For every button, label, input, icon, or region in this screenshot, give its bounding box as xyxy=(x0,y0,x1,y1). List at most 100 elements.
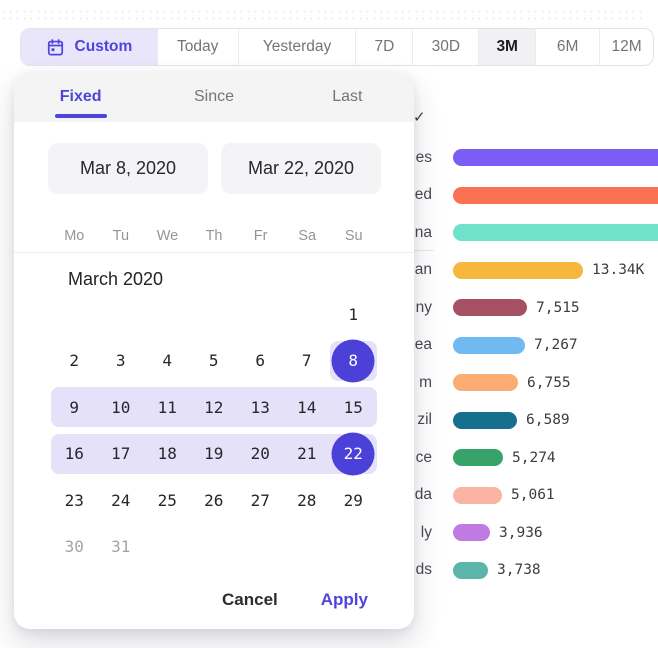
toolbar-button-label: 7D xyxy=(375,38,395,56)
calendar-day[interactable]: 10 xyxy=(98,384,145,431)
country-bar-row: es xyxy=(413,139,658,177)
calendar-day-selected[interactable]: 22 xyxy=(330,431,377,478)
calendar-icon xyxy=(46,38,65,57)
calendar-day-selected[interactable]: 8 xyxy=(330,338,377,385)
day-number: 22 xyxy=(344,444,363,463)
tab-since[interactable]: Since xyxy=(147,72,280,122)
active-tab-underline xyxy=(55,114,107,119)
calendar-day[interactable]: 26 xyxy=(191,477,238,524)
country-bar[interactable] xyxy=(453,524,490,541)
day-number: 16 xyxy=(65,444,84,463)
country-bar[interactable] xyxy=(453,149,658,166)
toolbar-button-7d[interactable]: 7D xyxy=(356,29,413,65)
toolbar-button-label: 12M xyxy=(611,38,641,56)
country-bar[interactable] xyxy=(453,412,517,429)
calendar-day[interactable]: 31 xyxy=(98,524,145,571)
calendar-day[interactable]: 17 xyxy=(98,431,145,478)
calendar-day[interactable]: 2 xyxy=(51,338,98,385)
country-label-fragment: ce xyxy=(413,449,432,467)
background-divider xyxy=(413,250,434,251)
country-bar-row: da5,061 xyxy=(413,477,555,515)
calendar-day[interactable]: 1 xyxy=(330,291,377,338)
country-bar[interactable] xyxy=(453,449,503,466)
calendar-week-row: 30 31 xyxy=(51,524,377,571)
calendar-day[interactable]: 9 xyxy=(51,384,98,431)
day-number: 10 xyxy=(111,398,130,417)
tab-fixed[interactable]: Fixed xyxy=(14,72,147,122)
country-value: 6,589 xyxy=(526,412,570,428)
calendar-day[interactable]: 13 xyxy=(237,384,284,431)
calendar-day[interactable]: 3 xyxy=(98,338,145,385)
tab-last[interactable]: Last xyxy=(281,72,414,122)
calendar-day[interactable]: 18 xyxy=(144,431,191,478)
toolbar-button-today[interactable]: Today xyxy=(158,29,239,65)
country-bar[interactable] xyxy=(453,187,658,204)
toolbar-button-6m[interactable]: 6M xyxy=(536,29,600,65)
calendar-day[interactable]: 28 xyxy=(284,477,331,524)
day-number: 31 xyxy=(111,537,130,556)
country-bar[interactable] xyxy=(453,487,502,504)
start-date-input[interactable]: Mar 8, 2020 xyxy=(48,143,208,194)
apply-button[interactable]: Apply xyxy=(321,590,368,610)
day-number: 4 xyxy=(162,351,172,370)
tab-last-label: Last xyxy=(332,88,362,106)
toolbar-button-label: 3M xyxy=(496,38,518,56)
toolbar-button-30d[interactable]: 30D xyxy=(413,29,479,65)
calendar-day[interactable]: 7 xyxy=(284,338,331,385)
calendar-week-row: 2345678 xyxy=(51,338,377,385)
calendar-day[interactable]: 4 xyxy=(144,338,191,385)
country-bar[interactable] xyxy=(453,374,518,391)
country-value: 7,515 xyxy=(536,300,580,316)
day-number: 12 xyxy=(204,398,223,417)
country-label-fragment: ds xyxy=(413,561,432,579)
country-label-fragment: ed xyxy=(413,186,432,204)
toolbar-button-3m[interactable]: 3M xyxy=(479,29,536,65)
day-number: 30 xyxy=(65,537,84,556)
calendar-day[interactable]: 30 xyxy=(51,524,98,571)
calendar-day[interactable]: 11 xyxy=(144,384,191,431)
day-number: 1 xyxy=(348,305,358,324)
calendar-day[interactable]: 6 xyxy=(237,338,284,385)
calendar-day[interactable]: 20 xyxy=(237,431,284,478)
calendar-day[interactable]: 12 xyxy=(191,384,238,431)
calendar-day[interactable]: 14 xyxy=(284,384,331,431)
country-bar-row: m6,755 xyxy=(413,364,571,402)
country-bar-row: an13.34K xyxy=(413,252,644,290)
tab-since-label: Since xyxy=(194,88,234,106)
country-label-fragment: ea xyxy=(413,336,432,354)
day-number: 7 xyxy=(302,351,312,370)
calendar-day[interactable]: 15 xyxy=(330,384,377,431)
country-bar[interactable] xyxy=(453,299,527,316)
country-label-fragment: ny xyxy=(413,299,432,317)
cancel-button[interactable]: Cancel xyxy=(222,590,278,610)
weekday-header: Su xyxy=(330,228,377,246)
day-number: 27 xyxy=(251,491,270,510)
calendar-day[interactable]: 25 xyxy=(144,477,191,524)
country-bar-row: ea7,267 xyxy=(413,327,578,365)
calendar-day[interactable]: 29 xyxy=(330,477,377,524)
country-bar[interactable] xyxy=(453,337,525,354)
country-bar-row: ly3,936 xyxy=(413,514,543,552)
toolbar-button-yesterday[interactable]: Yesterday xyxy=(239,29,357,65)
country-label-fragment: m xyxy=(413,374,432,392)
country-bar[interactable] xyxy=(453,562,488,579)
toolbar-button-12m[interactable]: 12M xyxy=(600,29,653,65)
date-picker-popup: Fixed Since Last Mar 8, 2020 Mar 22, 202… xyxy=(14,72,414,629)
country-label-fragment: na xyxy=(413,224,432,242)
country-label-fragment: zil xyxy=(413,411,432,429)
calendar-day[interactable]: 16 xyxy=(51,431,98,478)
country-bar-row: ed xyxy=(413,177,658,215)
calendar-day[interactable]: 23 xyxy=(51,477,98,524)
calendar-day[interactable]: 5 xyxy=(191,338,238,385)
weekday-header-row: MoTuWeThFrSaSu xyxy=(51,228,377,246)
calendar-day[interactable]: 19 xyxy=(191,431,238,478)
tab-fixed-label: Fixed xyxy=(60,88,102,106)
header-divider xyxy=(14,252,414,253)
toolbar-button-custom[interactable]: Custom xyxy=(21,29,158,65)
calendar-day[interactable]: 24 xyxy=(98,477,145,524)
country-bar[interactable] xyxy=(453,262,583,279)
calendar-day[interactable]: 21 xyxy=(284,431,331,478)
end-date-input[interactable]: Mar 22, 2020 xyxy=(221,143,381,194)
country-bar[interactable] xyxy=(453,224,658,241)
calendar-day[interactable]: 27 xyxy=(237,477,284,524)
